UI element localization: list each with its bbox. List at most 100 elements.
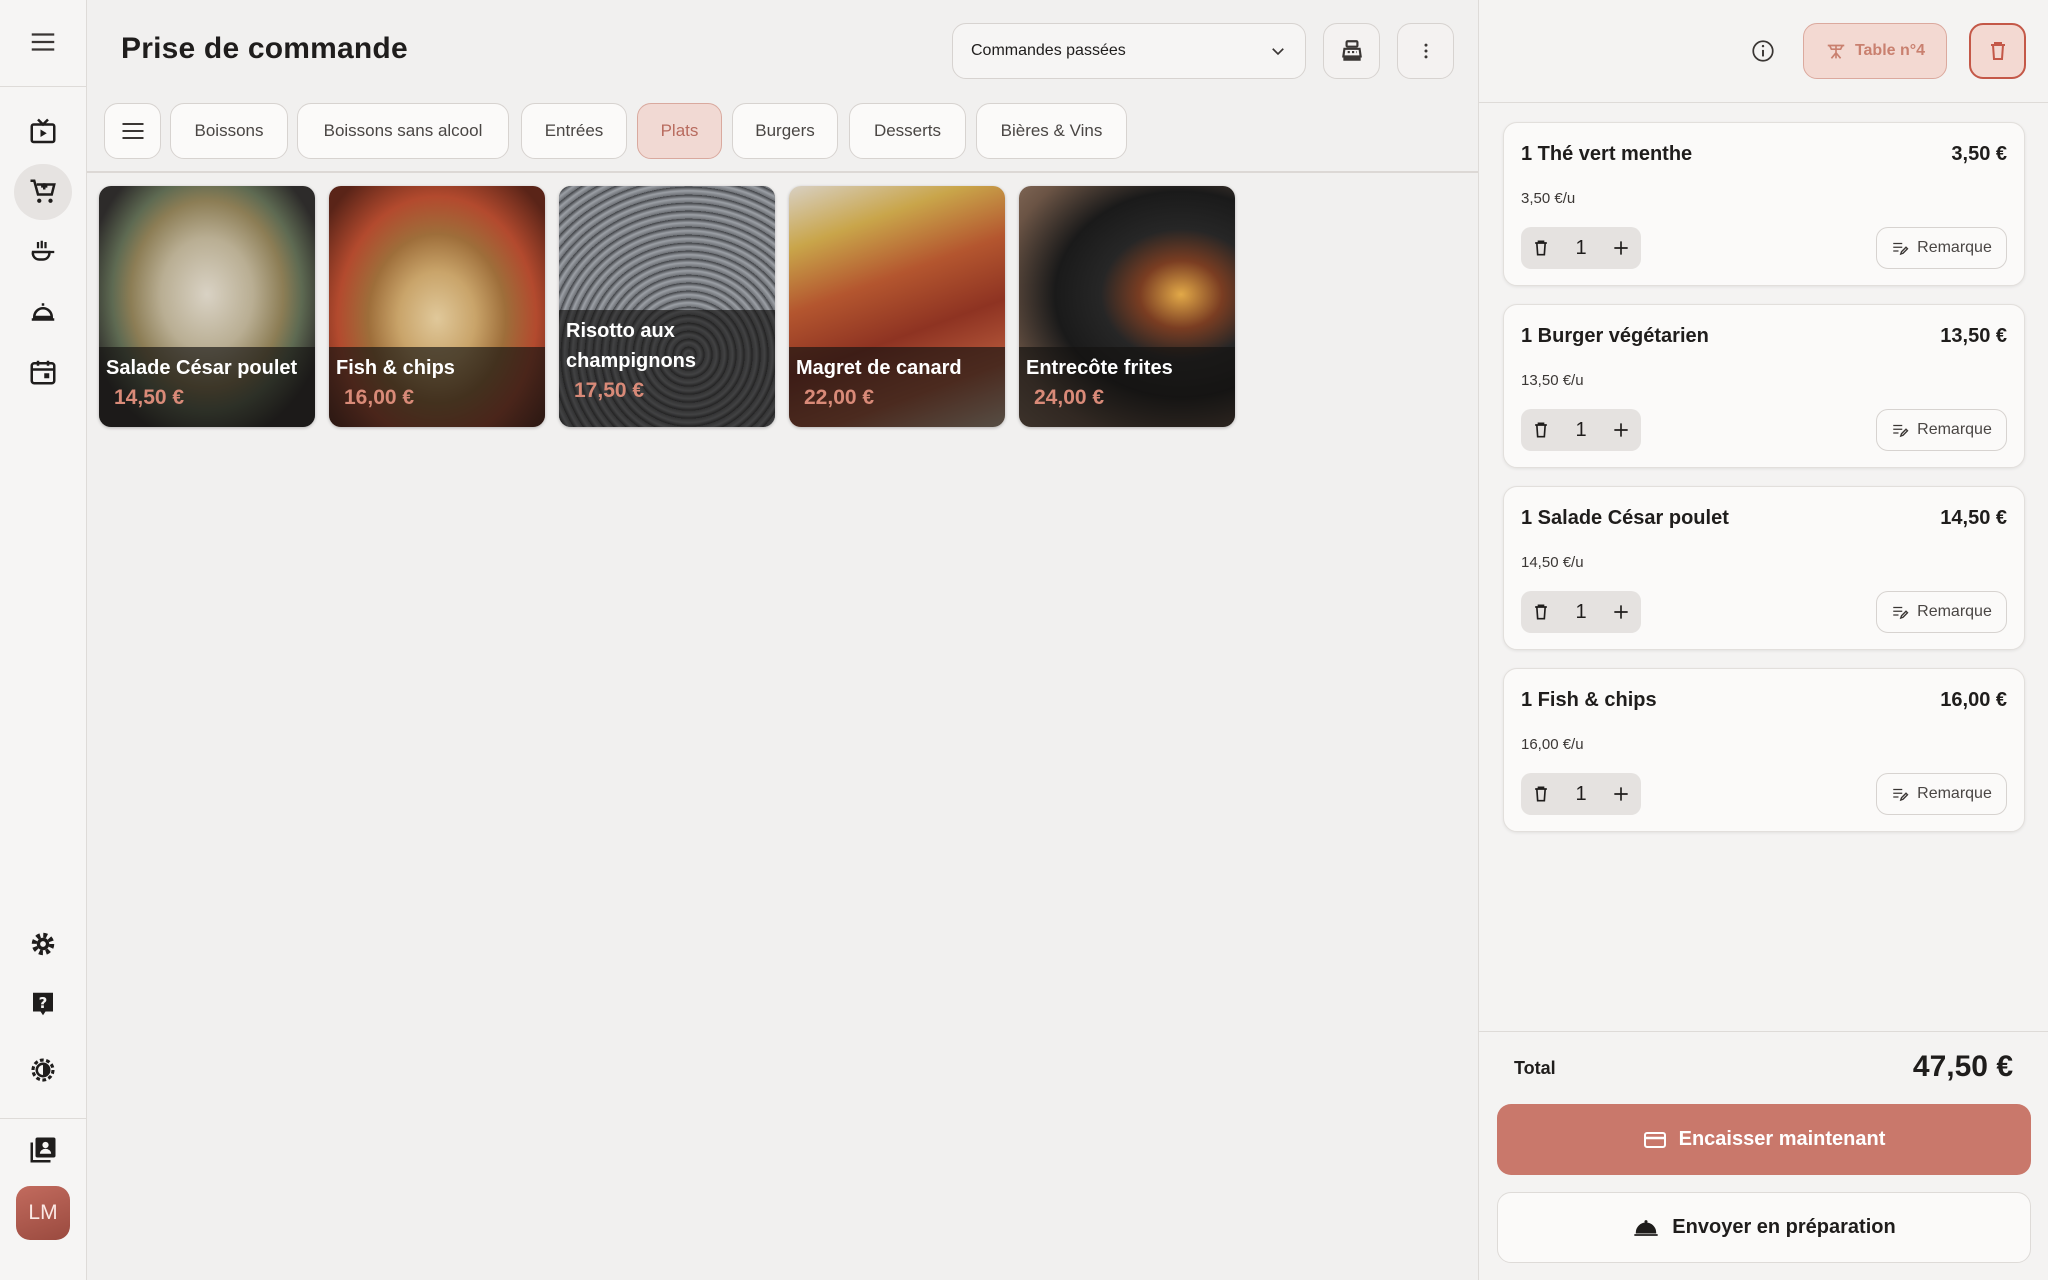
send-to-kitchen-label: Envoyer en préparation	[1672, 1216, 1896, 1238]
product-name: Entrecôte frites	[1026, 357, 1173, 379]
remark-button[interactable]: Remarque	[1876, 227, 2007, 269]
table-icon	[1827, 44, 1845, 59]
plus-icon[interactable]	[1609, 782, 1633, 806]
plus-icon[interactable]	[1609, 600, 1633, 624]
product-price: 14,50 €	[114, 386, 185, 409]
category-chip[interactable]: Boissons sans alcool	[297, 103, 509, 159]
remark-label: Remarque	[1917, 603, 1992, 620]
category-chip[interactable]: Entrées	[521, 103, 627, 159]
order-line-unit-price: 3,50 €/u	[1521, 190, 1576, 207]
remark-label: Remarque	[1917, 421, 1992, 438]
clear-order-button[interactable]	[1969, 23, 2026, 79]
order-line-name: 1 Thé vert menthe	[1521, 143, 1693, 165]
more-options-button[interactable]	[1397, 23, 1454, 79]
remark-button[interactable]: Remarque	[1876, 773, 2007, 815]
product-name: Salade César poulet	[106, 357, 298, 379]
category-chip[interactable]: Boissons	[170, 103, 288, 159]
total-label: Total	[1514, 1058, 1556, 1078]
help-icon[interactable]: ?	[14, 976, 72, 1032]
product-overlay: Magret de canard 22,00 €	[789, 347, 1005, 427]
product-name: Fish & chips	[336, 357, 455, 379]
settings-icon[interactable]	[14, 916, 72, 972]
theme-icon[interactable]	[14, 1042, 72, 1098]
order-line-unit-price: 14,50 €/u	[1521, 554, 1584, 571]
calendar-icon[interactable]	[14, 344, 72, 400]
quantity-value: 1	[1575, 782, 1587, 805]
pay-now-button[interactable]: Encaisser maintenant	[1497, 1104, 2031, 1175]
category-chip[interactable]: Desserts	[849, 103, 966, 159]
table-button[interactable]: Table n°4	[1803, 23, 1947, 79]
table-label: Table n°4	[1854, 42, 1926, 59]
display-icon[interactable]	[14, 104, 72, 160]
product-card[interactable]: Salade César poulet 14,50 €	[99, 186, 315, 427]
orders-select[interactable]: Commandes passées	[952, 23, 1306, 79]
info-icon	[1752, 40, 1774, 62]
add-to-cart-icon[interactable]	[14, 164, 72, 220]
cash-register-icon	[1341, 40, 1362, 61]
order-line-unit-price: 13,50 €/u	[1521, 372, 1584, 389]
footer-divider	[1479, 1031, 2048, 1032]
category-chip[interactable]: Burgers	[732, 103, 838, 159]
total-value: 47,50 €	[1912, 1050, 2013, 1083]
trash-icon[interactable]	[1529, 236, 1553, 260]
product-overlay: Risotto aux champignons 17,50 €	[559, 310, 775, 427]
send-to-kitchen-button[interactable]: Envoyer en préparation	[1497, 1192, 2031, 1263]
order-line-name: 1 Salade César poulet	[1521, 507, 1729, 529]
orders-list-icon[interactable]	[14, 1122, 72, 1178]
navigation-rail: ? LM	[0, 0, 87, 1280]
order-line-name: 1 Fish & chips	[1521, 689, 1657, 711]
kitchen-icon[interactable]	[14, 224, 72, 280]
order-line-unit-price: 16,00 €/u	[1521, 736, 1584, 753]
order-line: 1 Burger végétarien 13,50 € 13,50 €/u 1 …	[1503, 304, 2025, 468]
chevron-down-icon	[1272, 48, 1284, 56]
list-icon	[122, 122, 143, 140]
product-overlay: Salade César poulet 14,50 €	[99, 347, 315, 427]
rail-divider	[0, 86, 86, 87]
cloche-icon[interactable]	[14, 284, 72, 340]
order-panel: Table n°4 1 Thé vert menthe 3,50 € 3,50 …	[1478, 0, 2048, 1280]
edit-note-icon	[1893, 606, 1909, 620]
cash-register-button[interactable]	[1323, 23, 1380, 79]
orders-select-value: Commandes passées	[971, 42, 1126, 59]
product-price: 24,00 €	[1034, 386, 1105, 409]
remark-button[interactable]: Remarque	[1876, 591, 2007, 633]
cloche-icon	[1634, 1219, 1658, 1236]
product-card[interactable]: Fish & chips 16,00 €	[329, 186, 545, 427]
order-line-total: 3,50 €	[1951, 143, 2007, 165]
quantity-stepper: 1	[1521, 409, 1641, 451]
category-chip[interactable]: Bières & Vins	[976, 103, 1127, 159]
quantity-value: 1	[1575, 600, 1587, 623]
avatar[interactable]: LM	[16, 1186, 70, 1240]
remark-button[interactable]: Remarque	[1876, 409, 2007, 451]
page-title: Prise de commande	[121, 32, 408, 65]
info-button[interactable]	[1745, 33, 1781, 69]
svg-text:?: ?	[39, 994, 48, 1012]
product-name: Risotto aux champignons	[566, 320, 697, 372]
order-line: 1 Salade César poulet 14,50 € 14,50 €/u …	[1503, 486, 2025, 650]
product-name: Magret de canard	[796, 357, 962, 379]
quantity-stepper: 1	[1521, 773, 1641, 815]
edit-note-icon	[1893, 242, 1909, 256]
pay-now-label: Encaisser maintenant	[1678, 1128, 1886, 1150]
product-card[interactable]: Entrecôte frites 24,00 €	[1019, 186, 1235, 427]
menu-icon[interactable]	[14, 14, 72, 70]
trash-icon[interactable]	[1529, 418, 1553, 442]
trash-icon[interactable]	[1529, 600, 1553, 624]
remark-label: Remarque	[1917, 785, 1992, 802]
order-line: 1 Thé vert menthe 3,50 € 3,50 €/u 1 Rema…	[1503, 122, 2025, 286]
more-vertical-icon	[1424, 43, 1427, 59]
plus-icon[interactable]	[1609, 236, 1633, 260]
trash-icon[interactable]	[1529, 782, 1553, 806]
edit-note-icon	[1893, 424, 1909, 438]
category-chip-active[interactable]: Plats	[637, 103, 722, 159]
rail-divider	[0, 1118, 86, 1119]
order-line-total: 16,00 €	[1940, 689, 2007, 711]
remark-label: Remarque	[1917, 239, 1992, 256]
product-card[interactable]: Magret de canard 22,00 €	[789, 186, 1005, 427]
product-card[interactable]: Risotto aux champignons 17,50 €	[559, 186, 775, 427]
category-menu-button[interactable]	[104, 103, 161, 159]
plus-icon[interactable]	[1609, 418, 1633, 442]
product-overlay: Fish & chips 16,00 €	[329, 347, 545, 427]
quantity-stepper: 1	[1521, 591, 1641, 633]
quantity-value: 1	[1575, 236, 1587, 259]
